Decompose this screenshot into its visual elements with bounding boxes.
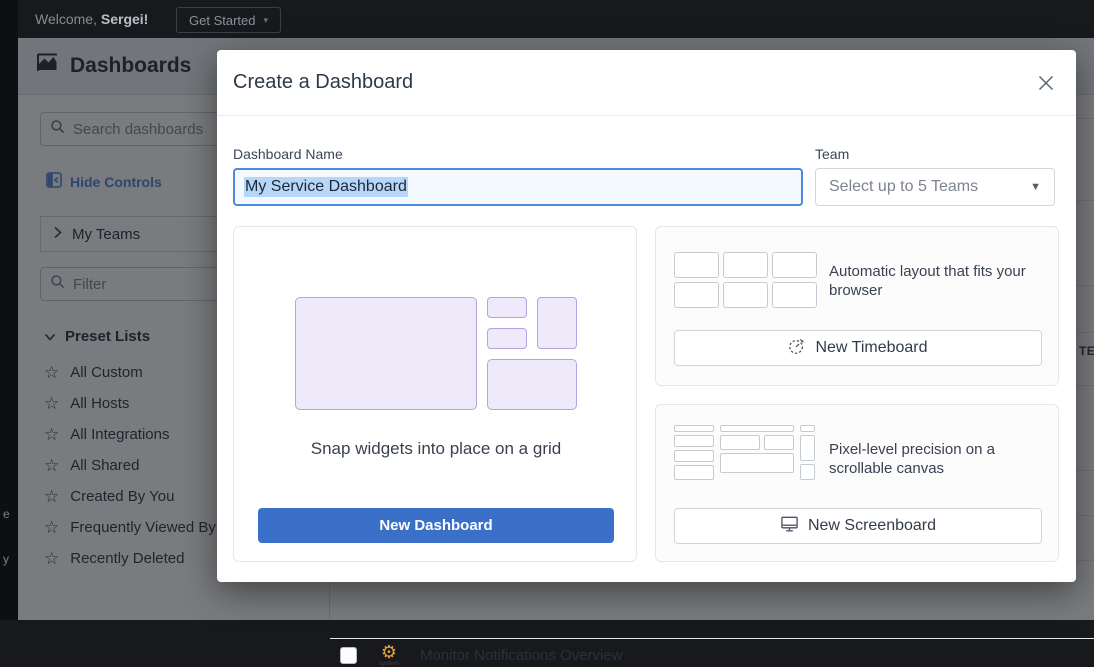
chevron-down-icon: ▾ [263,15,268,26]
new-timeboard-label: New Timeboard [815,339,927,357]
dashboard-name-label: Dashboard Name [233,146,343,162]
new-screenboard-button[interactable]: New Screenboard [674,508,1042,544]
user-name: Sergei! [101,11,148,27]
grid-layout-illustration [295,297,577,410]
team-select[interactable]: Select up to 5 Teams ▼ [815,168,1055,206]
modal-header: Create a Dashboard [217,50,1076,116]
row-checkbox[interactable] [340,647,357,664]
side-nav-strip[interactable]: e y [0,0,18,620]
new-screenboard-label: New Screenboard [808,517,936,535]
top-bar: Welcome, Sergei! Get Started ▾ [0,0,1094,38]
modal-title: Create a Dashboard [233,71,413,94]
chevron-down-icon: ▼ [1030,181,1041,193]
timeboard-caption: Automatic layout that fits your browser [829,262,1045,300]
monitor-icon [780,515,799,538]
screenboard-caption: Pixel-level precision on a scrollable ca… [829,440,1045,478]
grid-card-caption: Snap widgets into place on a grid [234,439,638,459]
nav-label-fragment: e [3,507,10,521]
screenboard-card: Pixel-level precision on a scrollable ca… [655,404,1059,562]
close-icon[interactable] [1036,73,1056,93]
grid-dashboard-card: Snap widgets into place on a grid New Da… [233,226,637,562]
stopwatch-icon [788,337,806,360]
new-timeboard-button[interactable]: New Timeboard [674,330,1042,366]
timeboard-layout-illustration [674,252,817,308]
welcome-message: Welcome, Sergei! [35,0,148,38]
new-dashboard-button[interactable]: New Dashboard [258,508,614,543]
system-gear-icon: ⚙ system [367,644,411,667]
dashboard-name-input[interactable]: My Service Dashboard [233,168,803,206]
selected-text: My Service Dashboard [244,177,408,197]
dashboard-row-label[interactable]: Monitor Notifications Overview [420,647,623,664]
get-started-button[interactable]: Get Started ▾ [176,7,281,33]
screenboard-layout-illustration [674,425,815,480]
table-row[interactable]: ⚙ system Monitor Notifications Overview [338,644,623,667]
timeboard-card: Automatic layout that fits your browser … [655,226,1059,386]
nav-label-fragment: y [3,552,9,566]
create-dashboard-modal: Create a Dashboard Dashboard Name Team M… [217,50,1076,582]
get-started-label: Get Started [189,13,255,28]
team-select-placeholder: Select up to 5 Teams [829,178,978,196]
team-label: Team [815,146,849,162]
